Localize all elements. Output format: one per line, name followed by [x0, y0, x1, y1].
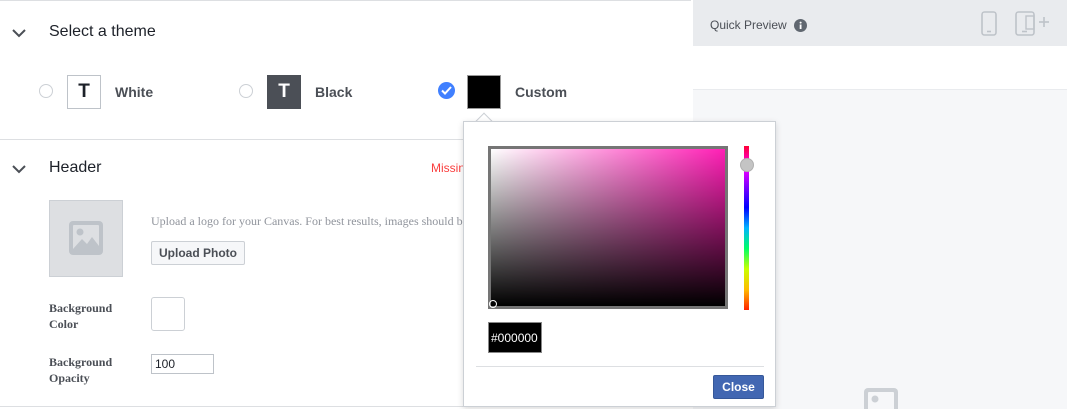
missing-warning: Missing: [431, 161, 464, 175]
image-icon: [864, 388, 898, 409]
header-section-title[interactable]: Header: [49, 159, 101, 177]
logo-placeholder[interactable]: [49, 200, 123, 277]
theme-custom-label[interactable]: Custom: [515, 84, 567, 100]
background-opacity-input[interactable]: [151, 354, 214, 374]
theme-white-radio[interactable]: [39, 84, 53, 98]
background-color-swatch[interactable]: [151, 297, 185, 331]
background-opacity-label: Background Opacity: [49, 355, 113, 385]
preview-header: Quick Preview: [693, 0, 1067, 46]
theme-black-radio[interactable]: [239, 84, 253, 98]
image-icon: [69, 221, 103, 255]
preview-title: Quick Preview: [710, 18, 787, 32]
canvas-editor: Select a theme T White T Black Custom He…: [0, 0, 1067, 409]
preview-canvas-header: [693, 46, 1067, 90]
hue-slider-thumb[interactable]: [740, 158, 754, 172]
close-button[interactable]: Close: [713, 375, 764, 399]
saturation-value-area[interactable]: [488, 146, 728, 309]
color-picker-popover: Close: [463, 121, 776, 407]
chevron-down-icon[interactable]: [11, 164, 27, 174]
theme-custom-radio[interactable]: [438, 82, 455, 99]
popover-divider: [476, 366, 764, 367]
upload-photo-button[interactable]: Upload Photo: [151, 241, 245, 265]
color-cursor[interactable]: [489, 300, 497, 308]
check-icon: [441, 86, 452, 95]
phone-icon[interactable]: [981, 11, 997, 36]
theme-custom-swatch[interactable]: [467, 75, 501, 109]
chevron-down-icon[interactable]: [11, 28, 27, 38]
theme-black-swatch[interactable]: T: [267, 75, 301, 109]
background-color-label: Background Color: [49, 301, 113, 331]
upload-description: Upload a logo for your Canvas. For best …: [151, 214, 464, 228]
info-icon[interactable]: [794, 19, 807, 32]
theme-white-label[interactable]: White: [115, 84, 153, 100]
tablet-add-icon[interactable]: [1015, 11, 1055, 36]
theme-section-title[interactable]: Select a theme: [49, 23, 156, 41]
theme-black-label[interactable]: Black: [315, 84, 352, 100]
theme-white-swatch[interactable]: T: [67, 75, 101, 109]
hex-color-input[interactable]: [488, 322, 542, 353]
